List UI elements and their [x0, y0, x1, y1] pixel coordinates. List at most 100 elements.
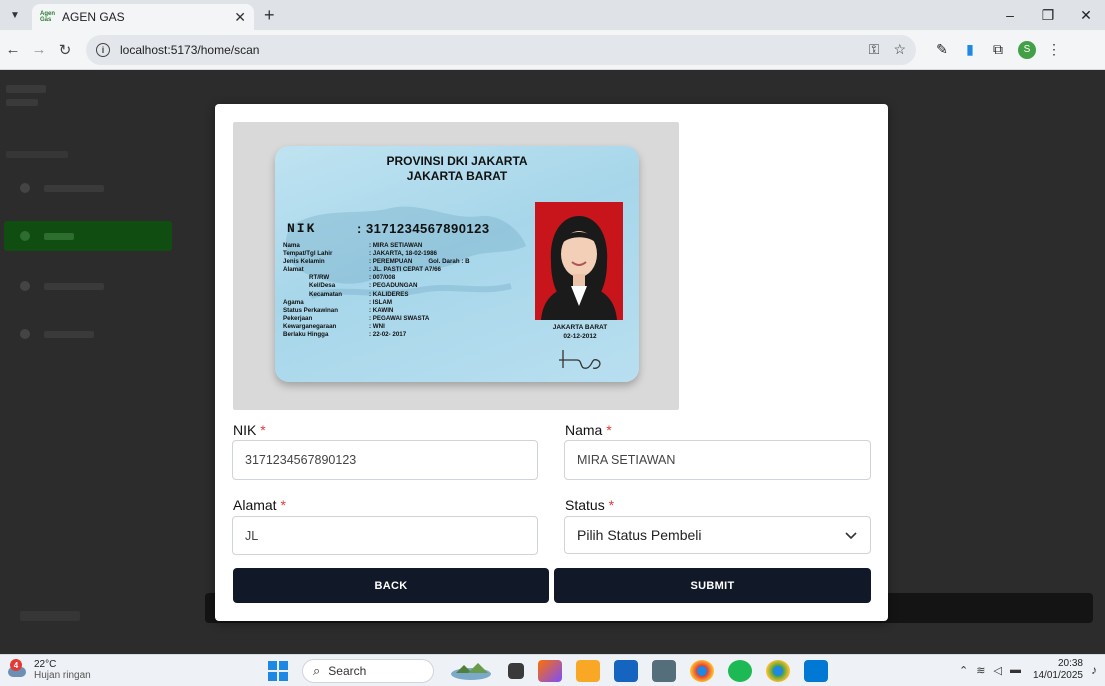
back-button[interactable]: BACK [233, 568, 549, 603]
taskbar-apps: ⌕ Search [268, 659, 828, 683]
portrait-drawing [535, 202, 623, 320]
camera-icon[interactable] [652, 660, 676, 682]
scan-ktp-modal: PROVINSI DKI JAKARTA JAKARTA BARAT NIK :… [215, 104, 888, 621]
ktp-field-label: Kecamatan [309, 290, 343, 298]
back-arrow-icon[interactable]: ← [0, 41, 26, 58]
weather-widget[interactable]: 4 22°C Hujan ringan [6, 659, 91, 681]
status-selected-value: Pilih Status Pembeli [577, 527, 702, 543]
ktp-scan-image: PROVINSI DKI JAKARTA JAKARTA BARAT NIK :… [233, 122, 679, 410]
sidebar-item-label [44, 232, 74, 240]
weather-condition: Hujan ringan [34, 670, 91, 681]
ktp-field-row: Kel/Desa : PEGADUNGAN [283, 282, 470, 290]
ktp-field-label: RT/RW [309, 274, 330, 282]
puzzle-extensions-icon[interactable]: ⧉ [984, 41, 1012, 58]
sidebar-item-label [44, 282, 104, 290]
browser-menu-icon[interactable]: ⋮ [1042, 41, 1066, 58]
alamat-label: Alamat * [233, 497, 286, 513]
rain-cloud-icon: 4 [6, 659, 28, 679]
restore-button[interactable]: ❐ [1029, 7, 1067, 24]
tab-favicon: Agen Gas [40, 11, 55, 23]
taskbar-search-label: Search [328, 664, 367, 678]
extension-icon[interactable]: ▮ [956, 41, 984, 58]
required-mark: * [260, 422, 266, 438]
sidebar-item [4, 319, 172, 349]
chrome-profile-icon[interactable] [766, 660, 790, 682]
ktp-field-row: Agama: ISLAM [283, 299, 470, 307]
alamat-label-text: Alamat [233, 497, 277, 513]
status-select[interactable]: Pilih Status Pembeli [564, 516, 871, 554]
address-bar[interactable]: i localhost:5173/home/scan ⚿ ☆ [86, 34, 916, 65]
ktp-field-label: Tempat/Tgl Lahir [283, 250, 333, 258]
nik-label-text: NIK [233, 422, 257, 438]
ktp-field-value: : KAWIN [369, 306, 394, 314]
copilot-icon[interactable] [538, 660, 562, 682]
ktp-field-value: : KALIDERES [369, 290, 409, 298]
ktp-field-value: : JL. PASTI CEPAT A7/66 [369, 266, 441, 274]
ktp-city: JAKARTA BARAT [406, 169, 508, 183]
sidebar-item-label [44, 330, 94, 338]
ktp-field-label: Kel/Desa [309, 282, 336, 290]
ktp-field-value: : 22-02- 2017 [369, 331, 407, 339]
clock-date: 14/01/2025 [1032, 670, 1083, 681]
ktp-issue-block: JAKARTA BARAT 02-12-2012 [525, 323, 635, 341]
ktp-field-value: : PEGADUNGAN [369, 282, 418, 290]
battery-icon[interactable]: ▬ [1010, 664, 1021, 676]
ktp-field-row: RT/RW: 007/008 [283, 274, 470, 282]
alamat-input[interactable]: JL [232, 516, 538, 555]
tab-close-icon[interactable]: ✕ [234, 9, 246, 26]
tab-search-chevron-icon[interactable]: ▼ [4, 4, 26, 26]
wifi-icon[interactable]: ≋ [976, 664, 985, 677]
ktp-field-label: Alamat [283, 266, 304, 274]
ktp-field-row: Alamat : JL. PASTI CEPAT A7/66 [283, 266, 470, 274]
nama-input[interactable]: MIRA SETIAWAN [564, 440, 871, 480]
file-explorer-icon[interactable] [576, 660, 600, 682]
chrome-icon[interactable] [690, 660, 714, 682]
chevron-up-icon[interactable]: ⌃ [959, 664, 968, 677]
ktp-header: PROVINSI DKI JAKARTA JAKARTA BARAT [275, 154, 639, 184]
url-text[interactable]: localhost:5173/home/scan [120, 43, 855, 57]
ktp-nik-row: NIK : 3171234567890123 [287, 221, 490, 236]
store-icon[interactable] [614, 660, 638, 682]
system-tray: ⌃ ≋ ◁ ▬ 20:38 14/01/2025 ♪ [951, 658, 1097, 682]
nik-input-value: 3171234567890123 [245, 453, 357, 467]
notification-bell-icon[interactable]: ♪ [1091, 663, 1097, 677]
nik-input[interactable]: 3171234567890123 [232, 440, 538, 480]
ktp-province: PROVINSI DKI JAKARTA [386, 154, 528, 168]
forward-arrow-icon[interactable]: → [26, 41, 52, 58]
ktp-field-label: Pekerjaan [283, 314, 313, 322]
sidebar-item-label [44, 184, 104, 192]
eyedropper-extension-icon[interactable]: ✎ [928, 41, 956, 58]
ktp-field-label: Jenis Kelamin [283, 258, 325, 266]
browser-tab[interactable]: Agen Gas AGEN GAS ✕ [32, 4, 254, 30]
widgets-icon[interactable] [448, 661, 494, 681]
ktp-field-row: Kecamatan : KALIDERES [283, 291, 470, 299]
task-view-icon[interactable] [508, 663, 524, 679]
ktp-field-label: Status Perkawinan [283, 306, 339, 314]
bookmark-star-icon[interactable]: ☆ [893, 41, 906, 58]
ktp-fields: Nama: MIRA SETIAWAN Tempat/Tgl Lahir: JAK… [283, 242, 470, 339]
sidebar-item-icon [20, 281, 30, 291]
profile-avatar[interactable]: S [1018, 40, 1036, 59]
vscode-icon[interactable] [804, 660, 828, 682]
reload-icon[interactable]: ↻ [52, 41, 78, 59]
ktp-field-value: : MIRA SETIAWAN [369, 242, 423, 249]
sidebar-item-icon [20, 231, 30, 241]
required-mark: * [280, 497, 286, 513]
sidebar-section-heading [6, 151, 68, 158]
password-key-icon[interactable]: ⚿ [869, 41, 880, 58]
sidebar-brand [6, 85, 46, 93]
spotify-icon[interactable] [728, 660, 752, 682]
window-controls: – ❐ ✕ [991, 0, 1105, 30]
windows-start-icon[interactable] [268, 661, 288, 681]
browser-tab-bar: ▼ Agen Gas AGEN GAS ✕ + – ❐ ✕ [0, 0, 1105, 30]
taskbar-search[interactable]: ⌕ Search [302, 659, 434, 683]
sidebar-brand-sub [6, 99, 38, 106]
sidebar-item-active [4, 221, 172, 251]
submit-button[interactable]: SUBMIT [554, 568, 871, 603]
new-tab-button[interactable]: + [264, 5, 275, 26]
system-clock[interactable]: 20:38 14/01/2025 [1033, 658, 1083, 682]
site-info-icon[interactable]: i [96, 42, 110, 57]
close-window-button[interactable]: ✕ [1067, 7, 1105, 24]
volume-icon[interactable]: ◁ [993, 664, 1001, 677]
minimize-button[interactable]: – [991, 7, 1029, 23]
